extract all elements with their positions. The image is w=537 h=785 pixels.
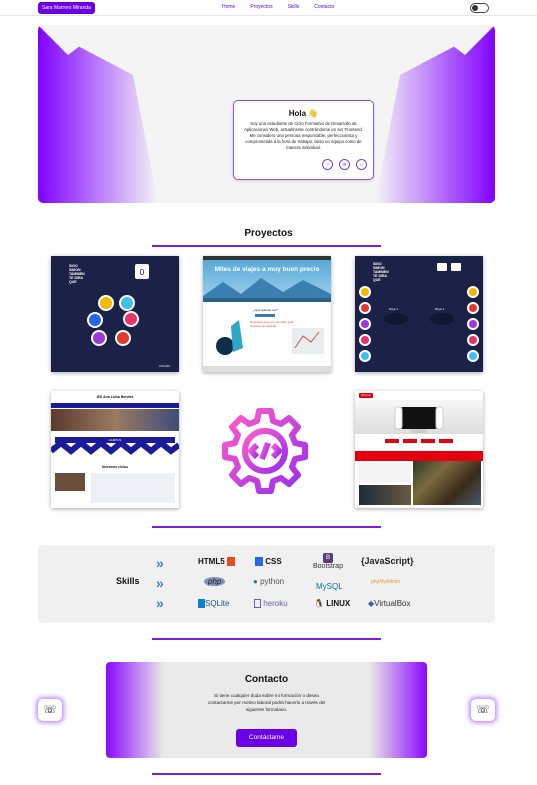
game-covers <box>413 461 481 505</box>
project-card-travel[interactable]: Miles de viajes a muy buen precio ¿Qué q… <box>203 256 331 372</box>
contact-button[interactable]: Contáctame <box>236 729 297 747</box>
intro-title: Hola 👋 <box>288 109 319 118</box>
nintendo-red-bar <box>355 451 483 461</box>
phone-icon[interactable]: ☏ <box>471 699 495 721</box>
nintendo-text-card <box>359 463 411 483</box>
simon-buttons <box>87 295 139 346</box>
linkedin-icon[interactable]: in <box>339 159 350 170</box>
projects-title: Proyectos <box>244 228 293 239</box>
nav-link-home[interactable]: Home <box>222 3 235 12</box>
chevron-right-icon: » <box>156 555 164 571</box>
contact-text: Si tiene cualquier duda sobre mi formaci… <box>207 693 326 712</box>
skills-section: Skills » » » HTML5 CSS B Bootstrap {JavaS… <box>38 545 495 623</box>
footer-divider <box>152 773 381 775</box>
skills-divider <box>152 638 381 640</box>
skills-title: Skills <box>116 576 140 586</box>
brand-button[interactable]: Sara Marrero Miranda <box>38 2 95 14</box>
intro-text: Soy una estudiante de Ciclo Formativo de… <box>244 121 363 150</box>
sqlite-logo: SQLite <box>198 599 229 609</box>
virtualbox-logo: ◆VirtualBox <box>368 599 411 608</box>
code-gear-icon <box>215 405 315 505</box>
hero-section: Hola 👋 Soy una estudiante de Ciclo Forma… <box>38 25 495 203</box>
intro-card: Hola 👋 Soy una estudiante de Ciclo Forma… <box>233 100 374 180</box>
projects-bottom-divider <box>152 526 381 528</box>
project-card-nintendo[interactable]: Nintendo <box>355 391 483 508</box>
mysql-logo: MySQL <box>316 582 343 591</box>
institution-icon[interactable]: ⌂ <box>356 159 367 170</box>
nav-link-contacto[interactable]: Contacto <box>314 3 334 12</box>
school-text-block <box>91 473 175 503</box>
nav-link-skills[interactable]: Skills <box>288 3 300 12</box>
php-logo: php <box>204 577 226 586</box>
theme-toggle[interactable] <box>470 3 489 13</box>
javascript-logo: {JavaScript} <box>361 556 414 566</box>
chevron-right-icon: » <box>156 595 164 611</box>
nintendo-buttons <box>385 439 453 443</box>
projects-divider <box>152 245 381 247</box>
color-tag: COLOR <box>159 364 170 368</box>
project-card-school[interactable]: IES Ana Luisa Benítez CAMPUS Nuestros ci… <box>51 391 179 508</box>
school-hero-image <box>51 409 179 431</box>
travel-illustration <box>203 320 331 372</box>
school-thumb <box>55 473 85 491</box>
heroku-logo: heroku <box>254 599 288 609</box>
bootstrap-logo: B Bootstrap <box>313 553 343 570</box>
simon-2p-buttons <box>359 286 479 362</box>
project-card-simon-2p[interactable]: SIGO SIMON TAMBIEN TE DIRA QUE Player 1 … <box>355 256 483 372</box>
game-cover <box>359 485 411 505</box>
css-logo: CSS <box>255 557 282 567</box>
nav-link-proyectos[interactable]: Proyectos <box>250 3 272 12</box>
school-wave <box>51 441 179 455</box>
school-section-title: Nuestros ciclos <box>101 465 129 469</box>
linux-logo: 🐧 LINUX <box>314 599 351 608</box>
python-logo: ● python <box>253 577 285 586</box>
chevron-right-icon: » <box>156 575 164 591</box>
contact-section: Contacto Si tiene cualquier duda sobre m… <box>106 662 427 758</box>
social-links: ◔ in ⌂ <box>322 159 367 170</box>
toggle-knob <box>472 5 478 11</box>
contact-title: Contacto <box>244 674 289 685</box>
nav-links: Home Proyectos Skills Contacto <box>222 3 334 12</box>
github-icon[interactable]: ◔ <box>322 159 333 170</box>
phpmyadmin-logo: phpMyAdmin <box>371 579 401 585</box>
school-menu <box>51 403 179 408</box>
project-card-simon[interactable]: SIGO SIMON TAMBIEN TE DIRA QUE 0 COLOR <box>51 256 179 372</box>
phone-icon[interactable]: ☏ <box>38 699 62 721</box>
top-navbar: Sara Marrero Miranda Home Proyectos Skil… <box>0 0 537 16</box>
html5-logo: HTML5 <box>198 557 235 567</box>
